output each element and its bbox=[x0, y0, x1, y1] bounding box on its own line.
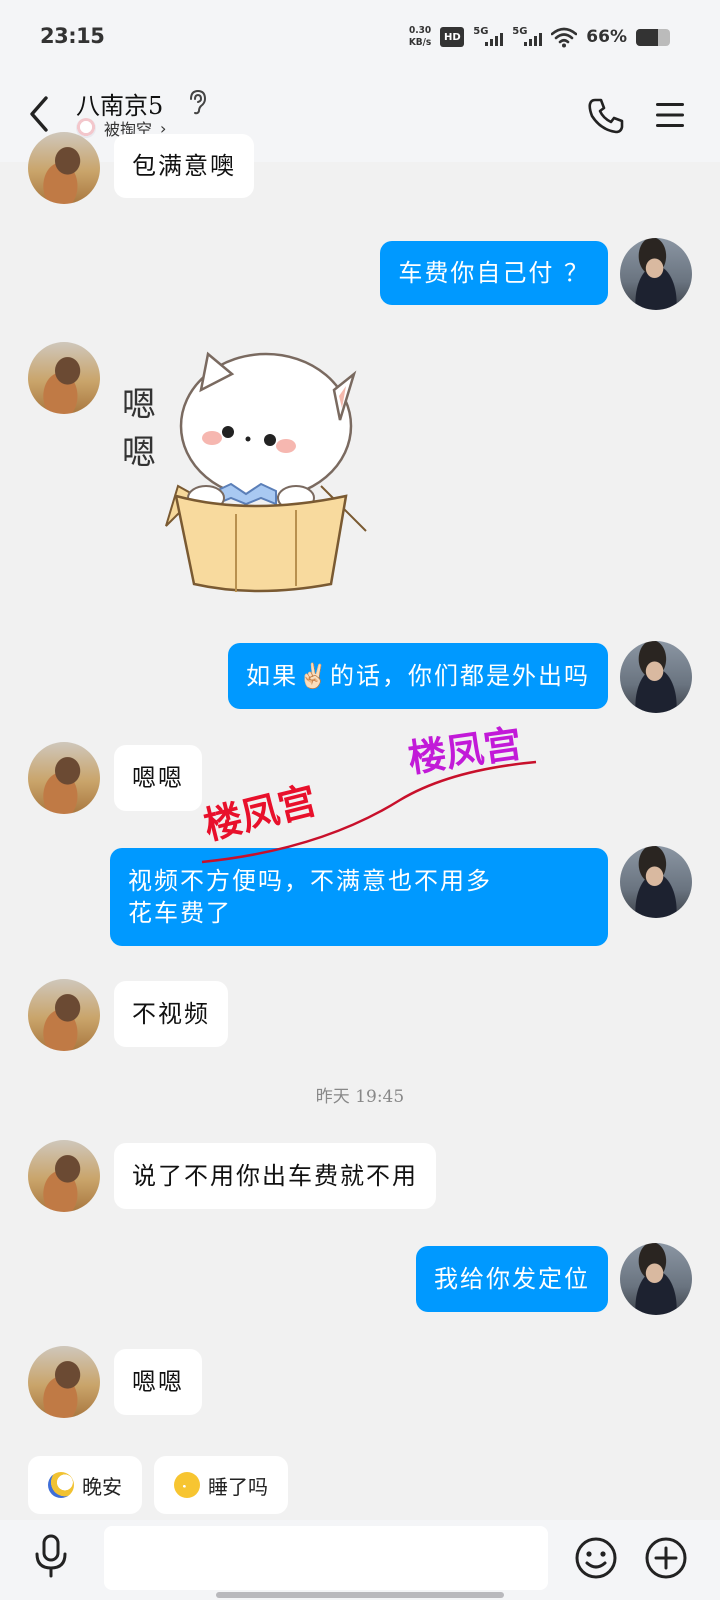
message-text: 说了不用你出车费就不用 bbox=[132, 1162, 418, 1190]
home-indicator[interactable] bbox=[216, 1592, 504, 1598]
my-avatar[interactable] bbox=[620, 846, 692, 918]
plus-icon bbox=[645, 1537, 687, 1579]
message-bubble[interactable]: 包满意噢 bbox=[114, 134, 254, 198]
wifi-icon bbox=[551, 27, 578, 48]
my-avatar[interactable] bbox=[620, 1243, 692, 1315]
network-speed: 0.30 KB/s bbox=[409, 25, 431, 49]
quick-reply-chip[interactable]: 晚安 bbox=[28, 1456, 142, 1514]
my-avatar[interactable] bbox=[620, 238, 692, 310]
signal-icon: 5G bbox=[512, 26, 543, 48]
network-speed-value: 0.30 bbox=[408, 25, 432, 36]
emoji-button[interactable] bbox=[574, 1536, 618, 1580]
contact-avatar[interactable] bbox=[28, 132, 100, 204]
signal-icon: 5G bbox=[473, 26, 504, 48]
my-avatar[interactable] bbox=[620, 641, 692, 713]
hd-icon: HD bbox=[440, 27, 465, 47]
chat-header: 八南京5 被掏空 › bbox=[0, 72, 720, 162]
more-actions-button[interactable] bbox=[644, 1536, 688, 1580]
back-button[interactable] bbox=[22, 92, 56, 136]
message-timestamp: 昨天 19:45 bbox=[315, 1087, 405, 1107]
menu-icon bbox=[656, 103, 684, 127]
contact-avatar[interactable] bbox=[28, 979, 100, 1051]
contact-avatar[interactable] bbox=[28, 742, 100, 814]
contact-avatar[interactable] bbox=[28, 1346, 100, 1418]
message-text: 不视频 bbox=[132, 1000, 210, 1028]
status-icons: 0.30 KB/s HD 5G 5G 66% bbox=[409, 22, 670, 52]
sticker-message[interactable]: 嗯 嗯 bbox=[116, 346, 376, 606]
quick-reply-chip[interactable]: 睡了吗 bbox=[154, 1456, 288, 1514]
message-text: 嗯嗯 bbox=[132, 764, 184, 792]
ear-icon bbox=[190, 89, 207, 115]
status-time: 23:15 bbox=[40, 24, 105, 48]
input-bar bbox=[0, 1520, 720, 1600]
message-text: 视频不方便吗，不满意也不用多 花车费了 bbox=[128, 867, 492, 927]
cat-in-box-icon bbox=[165, 351, 367, 593]
message-bubble[interactable]: 车费你自己付 ？ bbox=[380, 241, 608, 305]
message-bubble[interactable]: 我给你发定位 bbox=[416, 1246, 608, 1312]
message-bubble[interactable]: 如果✌🏻的话，你们都是外出吗 bbox=[228, 643, 608, 709]
network-speed-unit: KB/s bbox=[408, 37, 432, 48]
message-text: 嗯嗯 bbox=[132, 1368, 184, 1396]
sticker-text: 嗯 bbox=[122, 385, 156, 425]
contact-avatar[interactable] bbox=[28, 1140, 100, 1212]
moon-icon bbox=[48, 1472, 74, 1498]
battery-percent: 66% bbox=[586, 27, 627, 47]
more-menu-button[interactable] bbox=[654, 100, 686, 130]
message-bubble[interactable]: 不视频 bbox=[114, 981, 228, 1047]
sleepy-face-icon bbox=[174, 1472, 200, 1498]
hd-label: HD bbox=[443, 31, 461, 43]
message-bubble[interactable]: 说了不用你出车费就不用 bbox=[114, 1143, 436, 1209]
quick-reply-label: 睡了吗 bbox=[208, 1474, 268, 1499]
emoji-icon bbox=[575, 1537, 617, 1579]
phone-icon bbox=[588, 98, 624, 134]
battery-icon bbox=[636, 28, 670, 46]
message-text: 车费你自己付 ？ bbox=[398, 259, 590, 287]
status-bar: 23:15 0.30 KB/s HD 5G 5G 66% bbox=[0, 0, 720, 72]
contact-avatar[interactable] bbox=[28, 342, 100, 414]
voice-call-button[interactable] bbox=[586, 96, 626, 136]
quick-reply-bar: 晚安 睡了吗 bbox=[28, 1456, 288, 1514]
message-bubble[interactable]: 嗯嗯 bbox=[114, 745, 202, 811]
message-text: 包满意噢 bbox=[132, 152, 236, 180]
mic-icon bbox=[35, 1534, 67, 1578]
message-text: 我给你发定位 bbox=[434, 1265, 590, 1293]
voice-input-button[interactable] bbox=[32, 1534, 70, 1578]
message-input[interactable] bbox=[104, 1526, 548, 1590]
back-icon bbox=[30, 96, 48, 132]
message-bubble[interactable]: 嗯嗯 bbox=[114, 1349, 202, 1415]
sticker-text: 嗯 bbox=[122, 433, 156, 473]
message-text: 如果✌🏻的话，你们都是外出吗 bbox=[246, 662, 590, 690]
quick-reply-label: 晚安 bbox=[82, 1474, 122, 1499]
